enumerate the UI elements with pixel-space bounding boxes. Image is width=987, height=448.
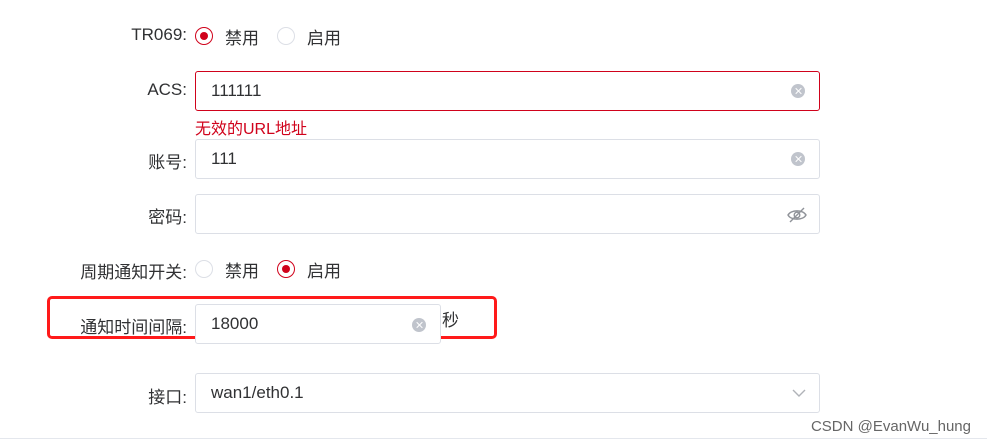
password-label: 密码: bbox=[148, 208, 187, 227]
interface-label: 接口: bbox=[148, 388, 187, 407]
acs-label: ACS: bbox=[147, 80, 187, 99]
interface-select[interactable]: wan1/eth0.1 bbox=[195, 373, 820, 413]
tr069-radio-disable[interactable]: 禁用 bbox=[195, 24, 259, 49]
password-input[interactable] bbox=[195, 194, 820, 234]
divider bbox=[0, 438, 987, 439]
tr069-radio-group: 禁用 启用 bbox=[195, 24, 359, 48]
periodic-radio-disable[interactable]: 禁用 bbox=[195, 257, 259, 282]
radio-unchecked-icon[interactable] bbox=[195, 260, 213, 278]
acs-error-message: 无效的URL地址 bbox=[195, 121, 308, 138]
periodic-radio-disable-label: 禁用 bbox=[225, 261, 259, 281]
radio-checked-icon[interactable] bbox=[195, 27, 213, 45]
watermark: CSDN @EvanWu_hung bbox=[810, 418, 971, 435]
interval-input[interactable]: 18000 bbox=[195, 304, 441, 344]
interface-select-value[interactable]: wan1/eth0.1 bbox=[211, 383, 819, 403]
chevron-down-icon[interactable] bbox=[791, 387, 807, 399]
radio-checked-icon[interactable] bbox=[277, 260, 295, 278]
clear-icon[interactable] bbox=[412, 318, 426, 332]
interval-label: 通知时间间隔: bbox=[80, 318, 187, 337]
tr069-label: TR069: bbox=[131, 25, 187, 44]
tr069-radio-enable-label: 启用 bbox=[307, 28, 341, 48]
interval-unit: 秒 bbox=[442, 311, 459, 330]
account-label: 账号: bbox=[148, 153, 187, 172]
account-input[interactable]: 111 bbox=[195, 139, 820, 179]
periodic-radio-enable[interactable]: 启用 bbox=[277, 257, 341, 282]
clear-icon[interactable] bbox=[791, 84, 805, 98]
periodic-radio-enable-label: 启用 bbox=[307, 261, 341, 281]
clear-icon[interactable] bbox=[791, 152, 805, 166]
eye-hidden-icon[interactable] bbox=[787, 206, 807, 224]
radio-unchecked-icon[interactable] bbox=[277, 27, 295, 45]
tr069-radio-disable-label: 禁用 bbox=[225, 28, 259, 48]
interval-input-value[interactable]: 18000 bbox=[211, 314, 440, 334]
acs-input-value[interactable]: 111111 bbox=[211, 81, 819, 101]
periodic-radio-group: 禁用 启用 bbox=[195, 257, 359, 281]
tr069-radio-enable[interactable]: 启用 bbox=[277, 24, 341, 49]
periodic-label: 周期通知开关: bbox=[80, 263, 187, 282]
account-input-value[interactable]: 111 bbox=[211, 149, 819, 169]
acs-input[interactable]: 111111 bbox=[195, 71, 820, 111]
